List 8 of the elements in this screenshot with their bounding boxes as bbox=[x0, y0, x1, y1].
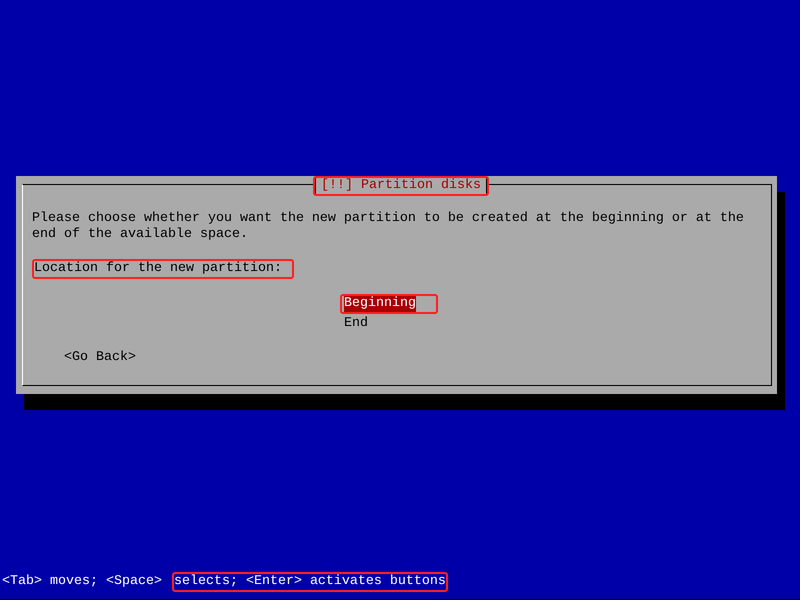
status-hint-text: selects; <Enter> activates buttons bbox=[172, 572, 448, 592]
dialog-title: [!!] Partition disks bbox=[313, 176, 489, 196]
prompt-label: Location for the new partition: bbox=[32, 259, 294, 279]
list-option[interactable]: End bbox=[340, 314, 390, 334]
list-option[interactable]: Beginning bbox=[340, 294, 438, 314]
go-back-button[interactable]: <Go Back> bbox=[64, 350, 136, 366]
message-text: Please choose whether you want the new partition to be created at the beginning or at the end of the available space. bbox=[32, 211, 745, 243]
status-hint-text: <Tab> moves; <Space> bbox=[1, 573, 163, 591]
